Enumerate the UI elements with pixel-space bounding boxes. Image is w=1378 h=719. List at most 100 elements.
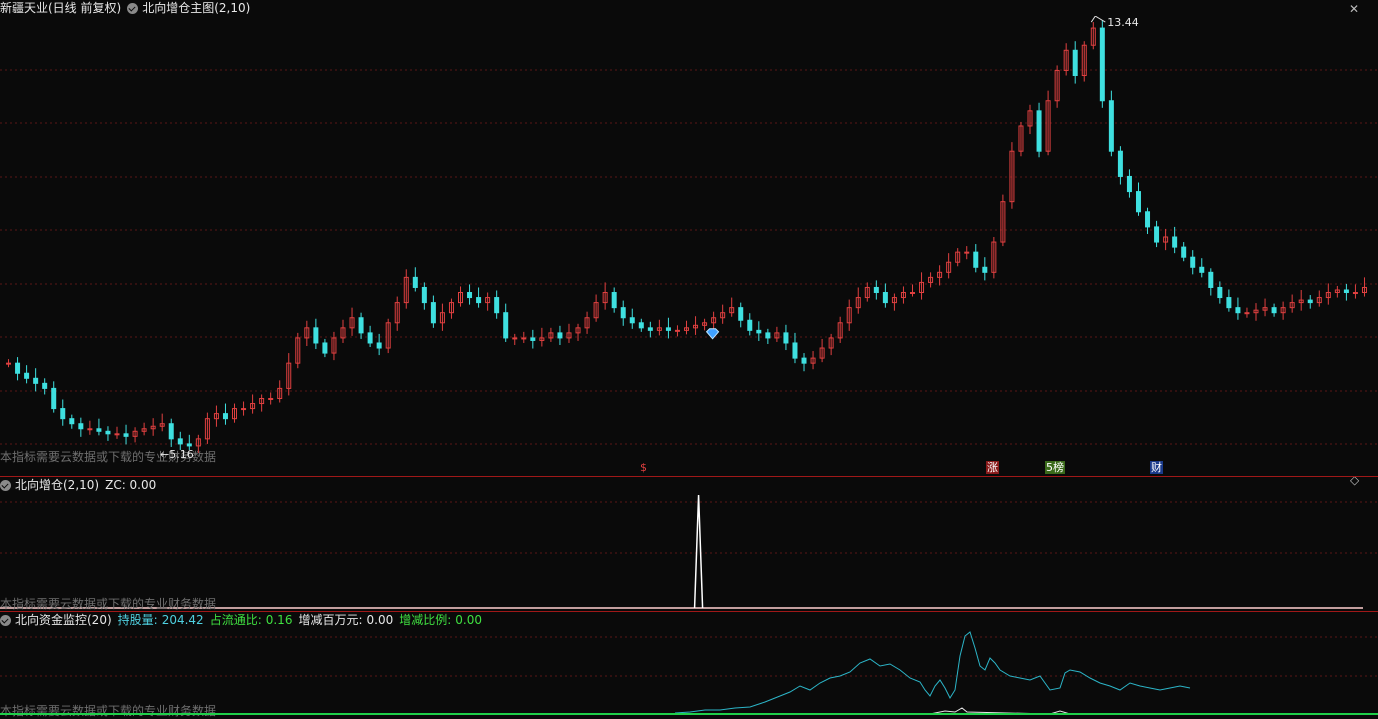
candle-body bbox=[376, 342, 382, 349]
candle-body bbox=[1343, 289, 1349, 294]
candle-body bbox=[123, 433, 129, 437]
candle-body bbox=[96, 428, 102, 432]
candle-body bbox=[24, 372, 30, 379]
candle-body bbox=[78, 423, 84, 430]
candle-body bbox=[1108, 100, 1114, 152]
candle-body bbox=[973, 251, 979, 268]
chart-app: { "main_panel": { "stock_title": "新疆天业(日… bbox=[0, 0, 1378, 718]
candle-body bbox=[882, 292, 888, 304]
candle-body bbox=[1199, 266, 1205, 273]
candle-body bbox=[765, 332, 771, 339]
panel3-header: 北向资金监控(20) 持股量: 204.42 占流通比: 0.16 增减百万元:… bbox=[0, 612, 488, 628]
candle-body bbox=[476, 297, 482, 304]
panel2-settings-icon[interactable] bbox=[0, 479, 11, 491]
candle-body bbox=[1244, 312, 1250, 315]
candle-body bbox=[747, 319, 753, 331]
panel-separator[interactable] bbox=[0, 476, 1378, 477]
candle-body bbox=[241, 408, 247, 411]
candle-body bbox=[430, 302, 436, 324]
zc-spike bbox=[693, 494, 704, 609]
main-panel-header: 新疆天业(日线 前复权) 北向增仓主图(2,10) bbox=[0, 0, 256, 16]
marker-zhang[interactable]: 涨 bbox=[986, 461, 999, 474]
candle-body bbox=[60, 408, 66, 420]
marker-dollar[interactable]: $ bbox=[639, 461, 648, 474]
candle-body bbox=[367, 332, 373, 344]
candle-body bbox=[421, 286, 427, 304]
candle-body bbox=[512, 337, 518, 340]
candle-body bbox=[105, 430, 111, 435]
panel2-header: 北向增仓(2,10) ZC: 0.00 bbox=[0, 477, 162, 493]
candle-body bbox=[1181, 246, 1187, 258]
holdings-value: 204.42 bbox=[161, 613, 204, 627]
candle-body bbox=[494, 297, 500, 314]
candle-body bbox=[964, 251, 970, 254]
indicator-title[interactable]: 北向增仓主图(2,10) bbox=[142, 0, 250, 16]
candle-body bbox=[503, 312, 509, 339]
candle-body bbox=[186, 443, 192, 447]
marker-bang[interactable]: 5榜 bbox=[1045, 461, 1065, 474]
panel3-settings-icon[interactable] bbox=[0, 614, 11, 626]
candle-body bbox=[51, 387, 57, 410]
candle-body bbox=[1190, 256, 1196, 268]
candle-body bbox=[738, 307, 744, 321]
bottom-green-line bbox=[0, 713, 1378, 715]
candle-body bbox=[1217, 286, 1223, 299]
change-mm-label: 增减百万元: bbox=[298, 613, 363, 627]
holdings-label: 持股量: bbox=[117, 613, 158, 627]
candle-body bbox=[756, 329, 762, 334]
candle-body bbox=[665, 327, 671, 331]
candle-body bbox=[1099, 27, 1105, 102]
candle-body bbox=[674, 329, 680, 332]
candle-body bbox=[222, 413, 228, 420]
close-icon[interactable]: ✕ bbox=[1349, 2, 1359, 16]
candle-body bbox=[873, 286, 879, 294]
change-ratio-value: 0.00 bbox=[455, 613, 482, 627]
candle-body bbox=[611, 292, 617, 309]
candle-body bbox=[521, 337, 527, 340]
candle-body bbox=[69, 418, 75, 425]
candle-body bbox=[1271, 307, 1277, 314]
candle-body bbox=[1145, 211, 1151, 228]
panel2-hint: 本指标需要云数据或下载的专业财务数据 bbox=[0, 597, 217, 611]
candle-body bbox=[982, 266, 988, 273]
zc-chart[interactable] bbox=[0, 493, 1378, 611]
stock-title[interactable]: 新疆天业(日线 前复权) bbox=[0, 0, 121, 16]
candle-body bbox=[1235, 307, 1241, 314]
candle-body bbox=[909, 292, 915, 295]
candle-body bbox=[114, 433, 120, 436]
candle-body bbox=[313, 327, 319, 344]
high-marker bbox=[1090, 16, 1106, 23]
candle-body bbox=[467, 292, 473, 299]
candle-body bbox=[15, 362, 21, 374]
change-ratio-label: 增减比例: bbox=[399, 613, 452, 627]
candle-body bbox=[268, 397, 274, 400]
candle-body bbox=[412, 276, 418, 288]
panel2-zc: ZC: 0.00 bbox=[105, 478, 157, 492]
candle-body bbox=[638, 322, 644, 329]
candle-body bbox=[1036, 110, 1042, 152]
candle-body bbox=[557, 332, 563, 339]
candle-body bbox=[6, 362, 12, 365]
candle-body bbox=[1126, 175, 1132, 193]
candle-body bbox=[1226, 297, 1232, 309]
panel3-title[interactable]: 北向资金监控(20) bbox=[15, 612, 112, 628]
marker-cai[interactable]: 财 bbox=[1150, 461, 1163, 474]
candle-body bbox=[620, 307, 626, 319]
candle-body bbox=[801, 357, 807, 364]
high-price-label: 13.44 bbox=[1107, 16, 1139, 29]
candle-body bbox=[1172, 236, 1178, 248]
price-chart[interactable]: 13.44 bbox=[0, 16, 1378, 476]
change-mm-value: 0.00 bbox=[366, 613, 394, 627]
candle-body bbox=[783, 332, 789, 344]
candle-body bbox=[322, 342, 328, 354]
candle-body bbox=[530, 337, 536, 341]
candle-body bbox=[1208, 271, 1214, 288]
panel2-title[interactable]: 北向增仓(2,10) bbox=[15, 477, 99, 493]
candle-body bbox=[647, 327, 653, 331]
candle-body bbox=[629, 317, 635, 324]
candle-body bbox=[792, 342, 798, 359]
float-ratio-label: 占流通比: bbox=[209, 613, 262, 627]
holdings-line bbox=[674, 631, 1191, 714]
candle-body bbox=[1135, 191, 1141, 213]
indicator-settings-icon[interactable] bbox=[127, 2, 139, 14]
